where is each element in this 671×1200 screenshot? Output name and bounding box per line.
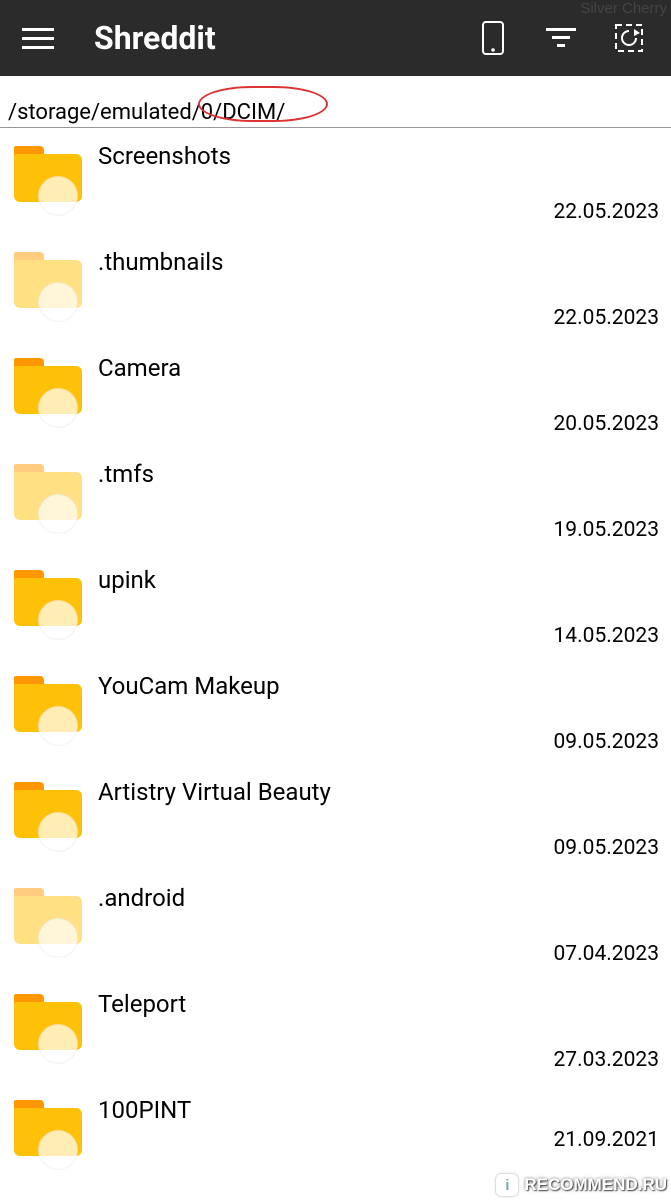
folder-name: .tmfs	[98, 460, 663, 488]
folder-icon	[14, 1100, 82, 1156]
folder-date: 09.05.2023	[554, 730, 660, 754]
list-item[interactable]: Artistry Virtual Beauty 09.05.2023	[8, 764, 663, 870]
folder-date: 22.05.2023	[554, 200, 660, 224]
folder-icon	[14, 570, 82, 626]
folder-date: 19.05.2023	[554, 518, 660, 542]
folder-icon	[14, 782, 82, 838]
folder-icon	[14, 888, 82, 944]
folder-name: .thumbnails	[98, 248, 663, 276]
path-text: /storage/emulated/0/DCIM/	[8, 100, 285, 125]
folder-name: Camera	[98, 354, 663, 382]
list-item[interactable]: .thumbnails 22.05.2023	[8, 234, 663, 340]
menu-icon[interactable]	[16, 16, 60, 60]
folder-date: 27.03.2023	[554, 1048, 660, 1072]
list-item[interactable]: Camera 20.05.2023	[8, 340, 663, 446]
filter-icon[interactable]	[539, 16, 583, 60]
folder-icon	[14, 252, 82, 308]
list-item[interactable]: YouCam Makeup 09.05.2023	[8, 658, 663, 764]
folder-icon	[14, 994, 82, 1050]
folder-name: Screenshots	[98, 142, 663, 170]
folder-name: 100PINT	[98, 1096, 663, 1124]
folder-list: Screenshots 22.05.2023 .thumbnails 22.05.20…	[0, 128, 671, 1162]
app-bar: Shreddit	[0, 0, 671, 76]
folder-date: 21.09.2021	[554, 1128, 660, 1152]
list-item[interactable]: 100PINT 21.09.2021	[8, 1082, 663, 1162]
folder-date: 14.05.2023	[554, 624, 660, 648]
folder-icon	[14, 146, 82, 202]
app-title: Shreddit	[94, 19, 459, 57]
folder-name: upink	[98, 566, 663, 594]
watermark-badge: i	[496, 1174, 518, 1196]
folder-icon	[14, 676, 82, 732]
refresh-icon[interactable]	[607, 16, 651, 60]
folder-date: 09.05.2023	[554, 836, 660, 860]
path-bar[interactable]: /storage/emulated/0/DCIM/	[0, 76, 671, 128]
phone-icon[interactable]	[471, 16, 515, 60]
folder-name: YouCam Makeup	[98, 672, 663, 700]
folder-icon	[14, 464, 82, 520]
folder-date: 22.05.2023	[554, 306, 660, 330]
folder-icon	[14, 358, 82, 414]
folder-name: .android	[98, 884, 663, 912]
list-item[interactable]: Teleport 27.03.2023	[8, 976, 663, 1082]
folder-name: Artistry Virtual Beauty	[98, 778, 663, 806]
folder-date: 20.05.2023	[554, 412, 660, 436]
list-item[interactable]: .android 07.04.2023	[8, 870, 663, 976]
watermark-bottom-text: RECOMMEND.RU	[524, 1175, 667, 1195]
list-item[interactable]: Screenshots 22.05.2023	[8, 128, 663, 234]
watermark-bottom: i RECOMMEND.RU	[496, 1174, 667, 1196]
folder-date: 07.04.2023	[554, 942, 660, 966]
list-item[interactable]: .tmfs 19.05.2023	[8, 446, 663, 552]
list-item[interactable]: upink 14.05.2023	[8, 552, 663, 658]
folder-name: Teleport	[98, 990, 663, 1018]
watermark-top: Silver Cherry	[580, 0, 667, 17]
